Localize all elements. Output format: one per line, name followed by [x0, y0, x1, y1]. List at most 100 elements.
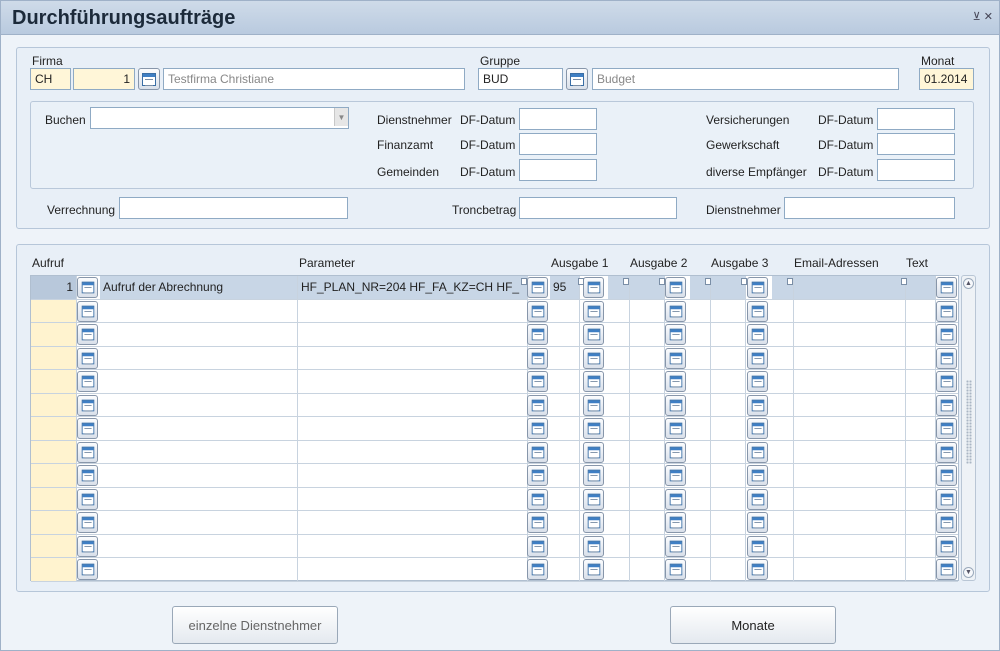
row-lookup-button[interactable] [583, 512, 604, 533]
text-cell[interactable] [906, 370, 936, 393]
small-page-icon[interactable] [521, 278, 527, 285]
row-lookup-button[interactable] [747, 418, 768, 439]
email-a-cell[interactable] [772, 417, 794, 440]
aufruf-cell[interactable] [31, 417, 77, 440]
parameter-cell[interactable] [298, 440, 528, 463]
ausgabe1-cell[interactable] [550, 299, 580, 322]
ausgabe1-cell[interactable] [550, 417, 580, 440]
email-cell[interactable] [794, 323, 906, 346]
text-cell[interactable] [906, 464, 936, 487]
ausgabe2-cell[interactable] [630, 464, 665, 487]
email-a-cell[interactable] [772, 299, 794, 322]
troncbetrag-field[interactable] [519, 197, 677, 219]
text-cell[interactable] [906, 511, 936, 534]
verrechnung-field[interactable] [119, 197, 348, 219]
ausgabe2a-cell[interactable] [608, 464, 630, 487]
row-lookup-button[interactable] [527, 559, 548, 580]
text-cell[interactable] [906, 534, 936, 557]
row-lookup-button[interactable] [583, 324, 604, 345]
email-cell[interactable] [794, 534, 906, 557]
name-cell[interactable]: Aufruf der Abrechnung [100, 276, 298, 299]
row-lookup-button[interactable] [77, 394, 98, 416]
firma-number-field[interactable]: 1 [73, 68, 135, 90]
row-lookup-button[interactable] [77, 418, 98, 439]
parameter-cell[interactable] [298, 558, 528, 581]
small-page-icon[interactable] [578, 278, 584, 285]
ausgabe2a-cell[interactable] [608, 370, 630, 393]
ausgabe2-cell[interactable] [630, 370, 665, 393]
row-lookup-button[interactable] [936, 512, 957, 533]
table-row[interactable] [31, 346, 958, 370]
small-page-icon[interactable] [623, 278, 629, 285]
email-cell[interactable] [794, 464, 906, 487]
row-lookup-button[interactable] [77, 324, 98, 345]
name-cell[interactable] [100, 487, 298, 510]
ausgabe2a-cell[interactable] [608, 534, 630, 557]
row-lookup-button[interactable] [583, 488, 604, 510]
aufruf-cell[interactable] [31, 487, 77, 510]
ausgabe3a-cell[interactable] [690, 346, 711, 369]
name-cell[interactable] [100, 511, 298, 534]
ausgabe1-cell[interactable] [550, 370, 580, 393]
row-lookup-button[interactable] [936, 559, 957, 580]
ausgabe2-cell[interactable] [630, 299, 665, 322]
scroll-down-icon[interactable]: ▼ [963, 567, 974, 578]
ausgabe2a-cell[interactable] [608, 440, 630, 463]
parameter-cell[interactable] [298, 511, 528, 534]
ausgabe1-cell[interactable] [550, 346, 580, 369]
parameter-cell[interactable] [298, 370, 528, 393]
row-lookup-button[interactable] [936, 394, 957, 416]
row-lookup-button[interactable] [665, 347, 686, 369]
row-lookup-button[interactable] [665, 512, 686, 533]
table-row[interactable] [31, 534, 958, 558]
ausgabe2-cell[interactable] [630, 558, 665, 581]
ausgabe3-cell[interactable] [711, 558, 746, 581]
row-lookup-button[interactable] [936, 465, 957, 486]
row-lookup-button[interactable] [77, 488, 98, 510]
parameter-cell[interactable] [298, 487, 528, 510]
parameter-cell[interactable] [298, 464, 528, 487]
ausgabe3a-cell[interactable] [690, 534, 711, 557]
row-lookup-button[interactable] [665, 300, 686, 322]
email-a-cell[interactable] [772, 534, 794, 557]
row-lookup-button[interactable] [747, 324, 768, 345]
name-cell[interactable] [100, 558, 298, 581]
name-cell[interactable] [100, 346, 298, 369]
table-row[interactable] [31, 511, 958, 535]
ausgabe3-cell[interactable] [711, 299, 746, 322]
email-cell[interactable] [794, 417, 906, 440]
row-lookup-button[interactable] [936, 324, 957, 345]
aufruf-cell[interactable] [31, 511, 77, 534]
email-cell[interactable] [794, 511, 906, 534]
row-lookup-button[interactable] [527, 535, 548, 557]
versicherungen-df-field[interactable] [877, 108, 955, 130]
ausgabe2-cell[interactable] [630, 323, 665, 346]
ausgabe1-cell[interactable] [550, 464, 580, 487]
row-lookup-button[interactable] [747, 535, 768, 557]
row-lookup-button[interactable] [936, 418, 957, 439]
row-lookup-button[interactable] [527, 394, 548, 416]
ausgabe1-cell[interactable]: 95 [550, 276, 580, 299]
ausgabe2-cell[interactable] [630, 440, 665, 463]
small-page-icon[interactable] [741, 278, 747, 285]
ausgabe1-cell[interactable] [550, 534, 580, 557]
email-a-cell[interactable] [772, 464, 794, 487]
ausgabe2a-cell[interactable] [608, 417, 630, 440]
table-row[interactable] [31, 440, 958, 464]
ausgabe2-cell[interactable] [630, 346, 665, 369]
row-lookup-button[interactable] [583, 277, 604, 298]
scroll-up-icon[interactable]: ▲ [963, 278, 974, 289]
row-lookup-button[interactable] [747, 371, 768, 392]
ausgabe3a-cell[interactable] [690, 299, 711, 322]
ausgabe3a-cell[interactable] [690, 464, 711, 487]
parameter-cell[interactable] [298, 534, 528, 557]
row-lookup-button[interactable] [583, 465, 604, 486]
ausgabe3a-cell[interactable] [690, 323, 711, 346]
parameter-cell[interactable] [298, 393, 528, 416]
email-a-cell[interactable] [772, 323, 794, 346]
text-cell[interactable] [906, 417, 936, 440]
row-lookup-button[interactable] [747, 488, 768, 510]
row-lookup-button[interactable] [77, 277, 98, 298]
row-lookup-button[interactable] [583, 300, 604, 322]
row-lookup-button[interactable] [527, 418, 548, 439]
